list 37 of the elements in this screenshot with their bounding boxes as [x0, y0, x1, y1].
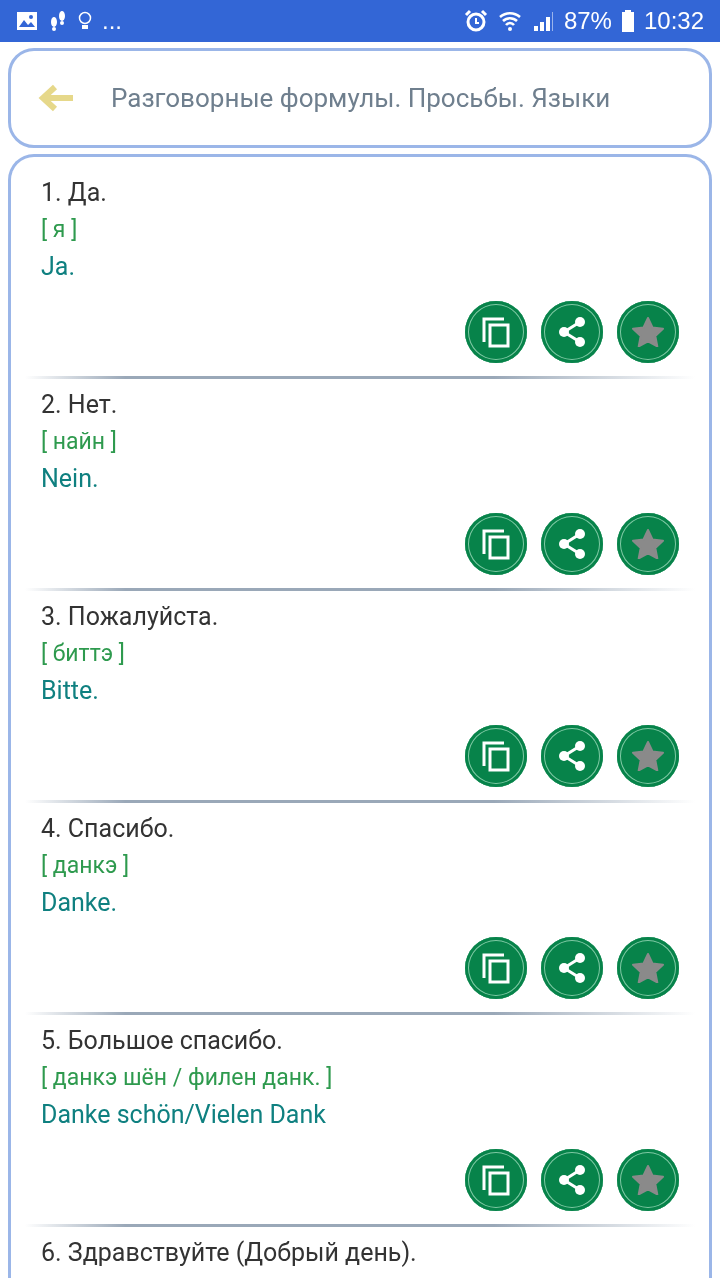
alarm-icon [463, 9, 488, 33]
battery-percent: 87% [563, 7, 612, 35]
phrase-title: 3. Пожалуйста. [41, 601, 219, 633]
share-icon [557, 528, 587, 560]
copy-icon [481, 952, 511, 984]
battery-icon [621, 10, 634, 32]
share-icon [557, 1164, 587, 1196]
gallery-icon [16, 11, 38, 31]
wifi-icon [497, 9, 522, 33]
share-icon [557, 952, 587, 984]
translation-text: Ja. [41, 251, 75, 283]
lightbulb-icon [78, 11, 92, 31]
copy-icon [481, 740, 511, 772]
copy-icon [481, 528, 511, 560]
copy-icon [481, 316, 511, 348]
transcription-text: [ данкэ шён / филен данк. ] [41, 1063, 333, 1093]
translation-text: Bitte. [41, 675, 99, 707]
footprints-icon [48, 10, 68, 32]
phrase-title: 4. Спасибо. [41, 813, 175, 845]
share-icon [557, 740, 587, 772]
more-notifications-text: ... [102, 7, 122, 35]
translation-text: Danke schön/Vielen Dank [41, 1099, 326, 1131]
transcription-text: [ найн ] [41, 427, 117, 457]
translation-text: Nein. [41, 463, 99, 495]
translation-text: Danke. [41, 887, 118, 919]
share-icon [557, 316, 587, 348]
phrase-title: 6. Здравствуйте (Добрый день). [41, 1237, 417, 1269]
copy-icon [481, 1164, 511, 1196]
transcription-text: [ биттэ ] [41, 639, 125, 669]
signal-icon [531, 10, 554, 32]
phrase-title: 5. Большое спасибо. [41, 1025, 283, 1057]
phrase-title: 1. Да. [41, 177, 107, 209]
transcription-text: [ я ] [41, 215, 78, 245]
screen-title: Разговорные формулы. Просьбы. Языки [111, 83, 611, 113]
clock-time: 10:32 [643, 7, 704, 35]
phrase-title: 2. Нет. [41, 389, 118, 421]
transcription-text: [ данкэ ] [41, 851, 130, 881]
